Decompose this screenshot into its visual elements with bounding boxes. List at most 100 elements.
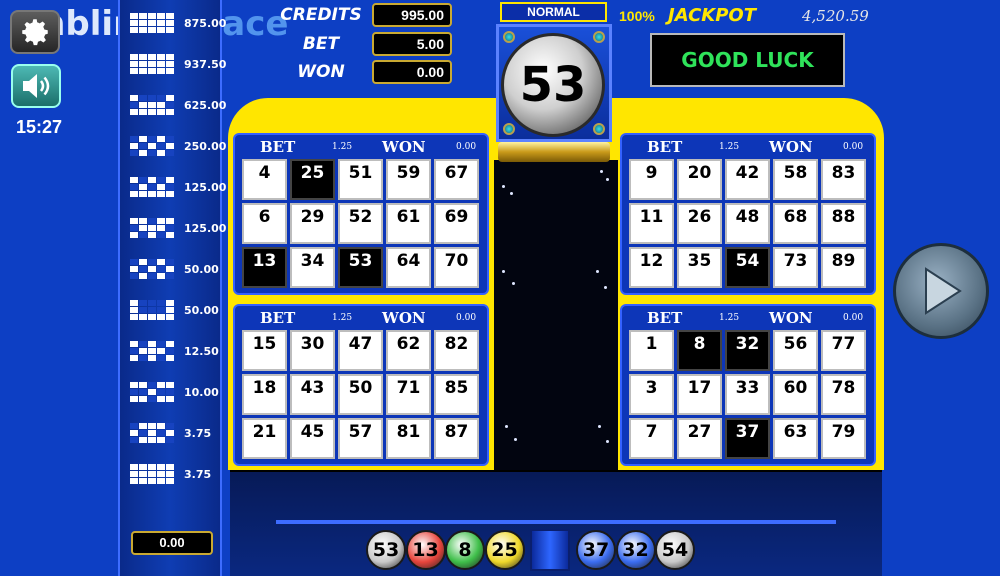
- pattern-icon: [130, 95, 174, 115]
- paytable-row: 875.00: [130, 13, 226, 33]
- paytable-value: 625.00: [184, 98, 227, 112]
- card-cell: 43: [290, 374, 335, 415]
- card-header: BET 1.25 WON 0.00: [627, 135, 869, 159]
- sound-button[interactable]: [11, 64, 61, 108]
- card-cell: 89: [821, 247, 866, 288]
- paytable-row: 625.00: [130, 95, 226, 115]
- jackpot-value: 4,520.59: [802, 7, 869, 25]
- mode-button[interactable]: NORMAL: [500, 2, 607, 22]
- card-cell: 35: [677, 247, 722, 288]
- card-cell: 6: [242, 203, 287, 244]
- card-cell: 45: [290, 418, 335, 459]
- paytable-total: 0.00: [131, 531, 213, 555]
- paytable-row: 12.50: [130, 341, 220, 361]
- jackpot-percent: 100%: [619, 8, 655, 24]
- play-icon: [925, 267, 962, 315]
- bingo-card-3[interactable]: BET 1.25 WON 0.00 15 30 47 62 82 18 43 50 71 85 21 45 57…: [233, 304, 489, 466]
- card-won-value: 0.00: [456, 313, 477, 323]
- card-cell: 82: [434, 330, 479, 371]
- bolt-icon: [503, 31, 515, 43]
- pattern-icon: [130, 341, 174, 361]
- tray-rail: [276, 520, 836, 524]
- bet-value: 5.00: [372, 32, 452, 56]
- card-cell-marked: 37: [725, 418, 770, 459]
- card-cell: 78: [821, 374, 866, 415]
- card-cell: 33: [725, 374, 770, 415]
- ball-tube: [530, 529, 570, 571]
- card-header: BET 1.25 WON 0.00: [240, 306, 482, 330]
- ball-chute: [494, 160, 618, 470]
- bingo-card-4[interactable]: BET 1.25 WON 0.00 1 8 32 56 77 3 17 33 60 78 7 27 37 63 79: [620, 304, 876, 466]
- paytable-row: 125.00: [130, 177, 226, 197]
- paytable-row: 3.75: [130, 423, 220, 443]
- card-won-label: WON: [769, 309, 813, 327]
- paytable-row: 3.75: [130, 464, 220, 484]
- card-cell: 50: [338, 374, 383, 415]
- card-cell: 71: [386, 374, 431, 415]
- drawn-ball: 53: [366, 530, 406, 570]
- card-cell: 73: [773, 247, 818, 288]
- ball-machine-base: [498, 142, 610, 162]
- current-ball: 53: [501, 33, 605, 137]
- card-won-value: 0.00: [843, 142, 864, 152]
- card-grid: 4 25 51 59 67 6 29 52 61 69 13 34 53 64 70: [242, 159, 482, 288]
- card-cell: 3: [629, 374, 674, 415]
- card-grid: 9 20 42 58 83 11 26 48 68 88 12 35 54 73 89: [629, 159, 869, 288]
- card-cell: 27: [677, 418, 722, 459]
- card-cell: 42: [725, 159, 770, 200]
- bet-label: BET: [302, 34, 340, 54]
- card-bet-value: 1.25: [719, 142, 740, 152]
- card-cell: 51: [338, 159, 383, 200]
- drawn-ball: 25: [484, 530, 525, 570]
- card-cell: 70: [434, 247, 479, 288]
- card-cell: 87: [434, 418, 479, 459]
- card-header: BET 1.25 WON 0.00: [240, 135, 482, 159]
- won-value: 0.00: [372, 60, 452, 84]
- card-cell: 29: [290, 203, 335, 244]
- clock: 15:27: [16, 117, 63, 137]
- pattern-icon: [130, 136, 174, 156]
- paytable-value: 3.75: [184, 467, 212, 481]
- card-cell: 85: [434, 374, 479, 415]
- paytable-value: 50.00: [184, 262, 219, 276]
- bingo-card-2[interactable]: BET 1.25 WON 0.00 9 20 42 58 83 11 26 48 68 88 12 35 54 7…: [620, 133, 876, 295]
- play-button[interactable]: [893, 243, 989, 339]
- card-grid: 1 8 32 56 77 3 17 33 60 78 7 27 37 63 79: [629, 330, 869, 459]
- card-cell-marked: 13: [242, 247, 287, 288]
- pattern-icon: [130, 177, 174, 197]
- pattern-icon: [130, 382, 174, 402]
- card-cell: 7: [629, 418, 674, 459]
- card-cell: 88: [821, 203, 866, 244]
- pattern-icon: [130, 423, 174, 443]
- bingo-card-1[interactable]: BET 1.25 WON 0.00 4 25 51 59 67 6 29 52 61 69 13 34 53 64…: [233, 133, 489, 295]
- card-cell: 56: [773, 330, 818, 371]
- card-cell-marked: 53: [338, 247, 383, 288]
- card-cell-marked: 32: [725, 330, 770, 371]
- bolt-icon: [593, 123, 605, 135]
- card-cell: 26: [677, 203, 722, 244]
- speaker-icon: [23, 74, 50, 98]
- jackpot-label: JACKPOT: [668, 5, 757, 26]
- pattern-icon: [130, 300, 174, 320]
- drawn-ball: 32: [615, 530, 656, 570]
- card-cell: 9: [629, 159, 674, 200]
- card-cell: 59: [386, 159, 431, 200]
- paytable-value: 12.50: [184, 344, 219, 358]
- bolt-icon: [593, 31, 605, 43]
- pattern-icon: [130, 259, 174, 279]
- paytable-value: 125.00: [184, 180, 227, 194]
- card-cell: 69: [434, 203, 479, 244]
- card-cell: 52: [338, 203, 383, 244]
- drawn-ball: 54: [655, 530, 695, 570]
- pattern-icon: [130, 13, 174, 33]
- card-cell: 17: [677, 374, 722, 415]
- drawn-ball: 8: [445, 530, 485, 570]
- credits-value: 995.00: [372, 3, 452, 27]
- paytable-value: 50.00: [184, 303, 219, 317]
- paytable-value: 875.00: [184, 16, 227, 30]
- card-won-value: 0.00: [843, 313, 864, 323]
- card-bet-label: BET: [260, 309, 296, 327]
- card-cell-marked: 54: [725, 247, 770, 288]
- settings-button[interactable]: [10, 10, 60, 54]
- card-cell: 60: [773, 374, 818, 415]
